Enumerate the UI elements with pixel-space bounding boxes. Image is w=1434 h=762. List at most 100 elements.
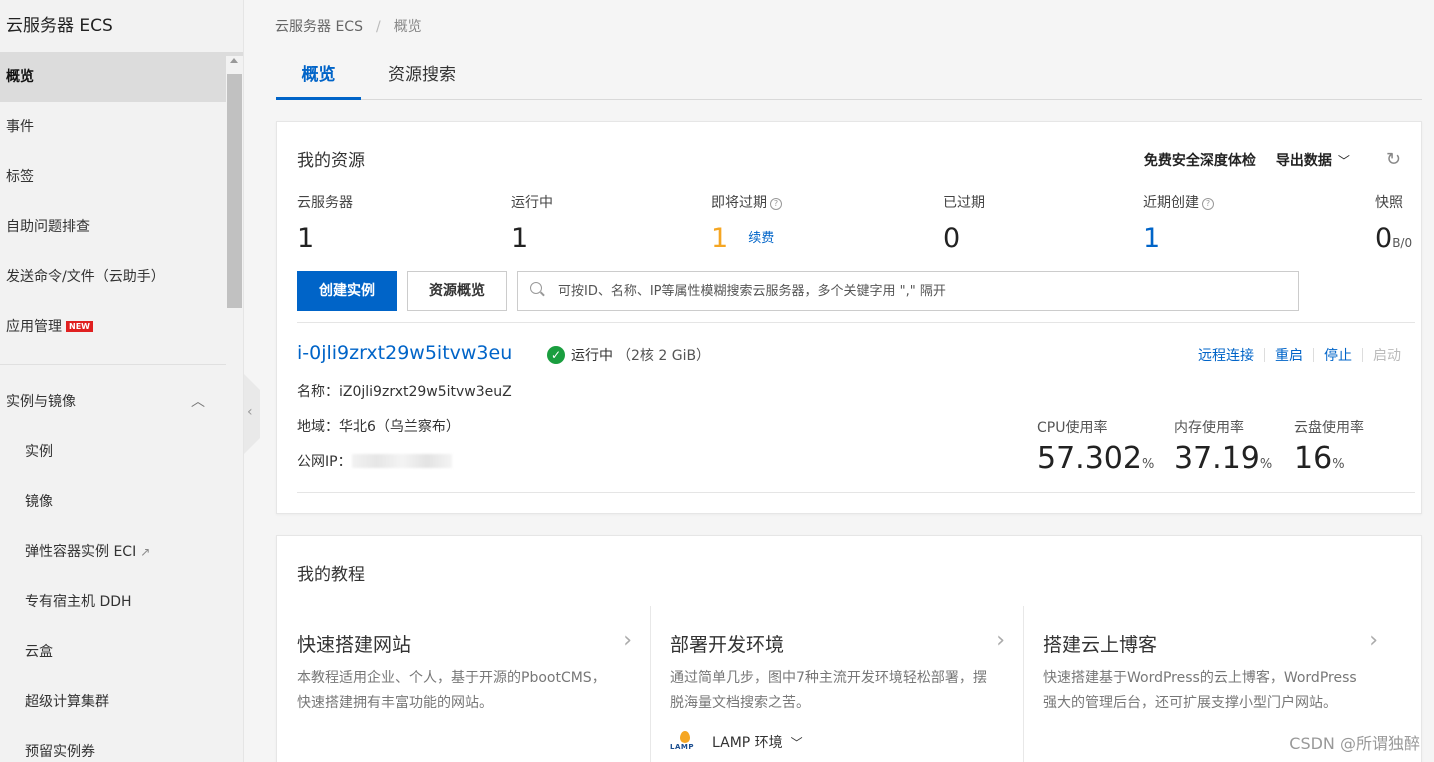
usage-unit: %: [1332, 457, 1345, 472]
refresh-icon[interactable]: ↻: [1386, 149, 1401, 170]
card-actions: 免费安全深度体检 导出数据 ﹀ ↻: [1144, 149, 1401, 170]
divider: [297, 492, 1415, 493]
action-separator: [1362, 348, 1363, 362]
sidebar-nav: 概览 事件 标签 自助问题排查 发送命令/文件（云助手） 应用管理 NEW 实例与…: [0, 52, 243, 762]
stat-label: 已过期: [943, 195, 985, 211]
sidebar-item-troubleshoot[interactable]: 自助问题排查: [0, 202, 243, 252]
sidebar-item-ddh[interactable]: 专有宿主机 DDH: [0, 577, 243, 627]
tutorial-title: 快速搭建网站: [297, 634, 412, 656]
sidebar-item-images[interactable]: 镜像: [0, 477, 243, 527]
card-title: 我的资源: [297, 151, 365, 171]
name-label: 名称：: [297, 384, 339, 400]
stat-number[interactable]: 0: [1375, 223, 1392, 254]
sidebar-item-overview[interactable]: 概览: [0, 52, 243, 102]
instance-spec: （2核 2 GiB）: [617, 348, 711, 364]
tutorial-card[interactable]: 快速搭建网站 › 本教程适用企业、个人，基于开源的PbootCMS，快速搭建拥有…: [277, 606, 650, 762]
stat-expired: 已过期 0: [943, 192, 985, 256]
resource-overview-button[interactable]: 资源概览: [407, 271, 507, 311]
instance-actions: 远程连接 重启 停止 启动: [1198, 345, 1401, 365]
environment-dropdown[interactable]: LAMP LAMP 环境 ﹀: [670, 731, 803, 753]
stop-link[interactable]: 停止: [1324, 345, 1352, 365]
tutorial-description: 通过简单几步，图中7种主流开发环境轻松部署，摆脱海量文档搜索之苦。: [670, 670, 987, 711]
sidebar-item-events[interactable]: 事件: [0, 102, 243, 152]
check-circle-icon: ✓: [547, 346, 565, 364]
sidebar-item-reserved-instances[interactable]: 预留实例券: [0, 727, 243, 762]
watermark: CSDN @所谓独醉: [1289, 734, 1420, 753]
usage-number: 37.19: [1174, 441, 1260, 476]
region-value: 华北6（乌兰察布）: [339, 419, 460, 435]
create-instance-button[interactable]: 创建实例: [297, 271, 397, 311]
stat-servers: 云服务器 1: [297, 192, 353, 256]
chevron-up-icon: ︿: [191, 394, 205, 410]
region-label: 地域：: [297, 419, 339, 435]
sidebar-item-app-management[interactable]: 应用管理 NEW: [0, 302, 243, 352]
scroll-up-arrow-icon[interactable]: [230, 58, 238, 63]
new-badge: NEW: [66, 321, 93, 332]
main-content: 云服务器 ECS / 概览 概览 资源搜索 我的资源 免费安全深度体检 导出数据 ﹀ …: [262, 0, 1434, 762]
divider: [650, 606, 651, 762]
chevron-down-icon: ﹀: [790, 735, 803, 750]
renew-link[interactable]: 续费: [748, 231, 774, 246]
stat-number[interactable]: 1: [711, 223, 728, 254]
sidebar-item-send-command[interactable]: 发送命令/文件（云助手）: [0, 252, 243, 302]
breadcrumb-separator: /: [375, 19, 381, 35]
instance-id-link[interactable]: i-0jli9zrxt29w5itvw3eu: [297, 342, 512, 364]
export-data-dropdown[interactable]: 导出数据 ﹀: [1276, 150, 1350, 170]
export-label: 导出数据: [1275, 152, 1332, 169]
search-input[interactable]: [558, 272, 1288, 310]
divider: [1023, 606, 1024, 762]
tab-resource-search[interactable]: 资源搜索: [376, 56, 468, 100]
stat-value[interactable]: 1: [511, 222, 553, 256]
divider: [297, 322, 1415, 323]
sidebar-item-instances[interactable]: 实例: [0, 427, 243, 477]
instance-status: ✓ 运行中 （2核 2 GiB）: [547, 345, 710, 365]
action-separator: [1313, 348, 1314, 362]
stat-value[interactable]: 1: [1143, 222, 1214, 256]
scrollbar-thumb[interactable]: [227, 74, 242, 308]
environment-label: LAMP 环境: [712, 735, 783, 751]
sidebar-item-cloud-box[interactable]: 云盒: [0, 627, 243, 677]
stat-label: 运行中: [511, 195, 553, 211]
tab-overview[interactable]: 概览: [276, 56, 361, 100]
sidebar-item-label: 应用管理: [6, 319, 62, 335]
chevron-down-icon: ﹀: [1337, 153, 1350, 168]
help-icon[interactable]: ?: [770, 198, 782, 210]
help-icon[interactable]: ?: [1202, 198, 1214, 210]
restart-link[interactable]: 重启: [1275, 345, 1303, 365]
stat-label-text: 即将过期: [711, 195, 767, 211]
redacted-ip: [351, 454, 452, 468]
usage-unit: %: [1141, 457, 1155, 472]
stat-value[interactable]: 0: [943, 222, 985, 256]
memory-usage: 内存使用率 37.19%: [1174, 417, 1272, 476]
stat-label: 快照: [1375, 195, 1403, 211]
start-link: 启动: [1373, 348, 1401, 364]
tutorial-title: 部署开发环境: [670, 634, 785, 656]
stat-running: 运行中 1: [511, 192, 553, 256]
sidebar-divider: [0, 364, 243, 365]
name-value: iZ0jli9zrxt29w5itvw3euZ: [339, 384, 512, 400]
chevron-right-icon: ›: [1369, 628, 1378, 653]
sidebar-item-label: 弹性容器实例 ECI: [25, 544, 137, 560]
chevron-right-icon: ›: [996, 628, 1005, 653]
sidebar-title: 云服务器 ECS: [6, 16, 113, 36]
stat-label: 近期创建?: [1143, 192, 1214, 212]
stat-value[interactable]: 1: [297, 222, 353, 256]
usage-value: 37.19%: [1174, 441, 1272, 476]
stat-value: 0B/0: [1375, 222, 1412, 260]
sidebar-item-tags[interactable]: 标签: [0, 152, 243, 202]
sidebar-collapse-button[interactable]: ‹: [244, 374, 260, 454]
breadcrumb-current: 概览: [393, 19, 422, 35]
breadcrumb-root[interactable]: 云服务器 ECS: [275, 19, 363, 35]
usage-unit: %: [1259, 457, 1273, 472]
sidebar-item-scc[interactable]: 超级计算集群: [0, 677, 243, 727]
remote-connect-link[interactable]: 远程连接: [1198, 345, 1254, 365]
stat-snapshot: 快照 0B/0: [1375, 192, 1412, 260]
stat-value: 1 续费: [711, 222, 782, 256]
my-tutorials-card: 我的教程 快速搭建网站 › 本教程适用企业、个人，基于开源的PbootCMS，快…: [276, 535, 1422, 762]
security-check-link[interactable]: 免费安全深度体检: [1144, 150, 1256, 170]
sidebar-item-eci[interactable]: 弹性容器实例 ECI ↗: [0, 527, 243, 577]
tutorial-card[interactable]: 部署开发环境 › 通过简单几步，图中7种主流开发环境轻松部署，摆脱海量文档搜索之…: [650, 606, 1023, 762]
sidebar-group-instances-images[interactable]: 实例与镜像 ︿: [0, 377, 243, 427]
card-title: 我的教程: [297, 565, 365, 585]
stat-label: 即将过期?: [711, 192, 782, 212]
